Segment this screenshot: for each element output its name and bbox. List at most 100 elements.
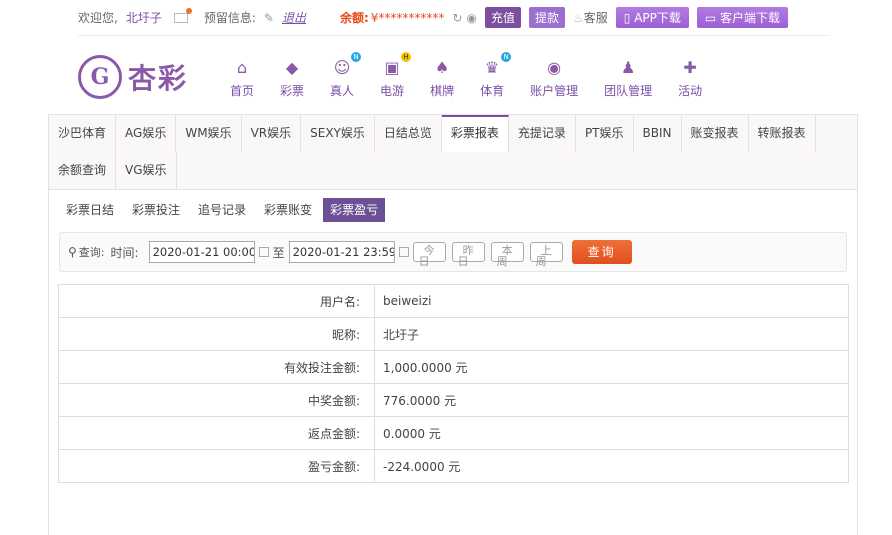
lottery-subtab[interactable]: 彩票日结 <box>59 198 121 222</box>
table-row: 用户名: beiweizi <box>58 284 849 318</box>
lottery-subtab[interactable]: 彩票投注 <box>125 198 187 222</box>
nav-badge: N <box>501 52 512 62</box>
last-week-button[interactable]: 上周 <box>529 242 563 267</box>
row-value: -224.0000 元 <box>374 449 849 483</box>
report-tab[interactable]: PT娱乐 <box>576 115 634 152</box>
welcome-text: 欢迎您, <box>78 11 118 25</box>
calendar-icon[interactable] <box>258 247 269 257</box>
report-tab[interactable]: VG娱乐 <box>116 152 177 189</box>
table-row: 有效投注金额: 1,000.0000 元 <box>58 350 849 384</box>
row-value: 北圩子 <box>374 317 849 351</box>
gamepad-icon: ▣ H <box>381 52 412 78</box>
calendar-icon[interactable] <box>398 247 409 257</box>
today-button[interactable]: 今日 <box>412 242 446 267</box>
end-date-input[interactable]: 2020-01-21 23:59:59 <box>288 241 395 263</box>
row-label: 昵称: <box>58 317 375 351</box>
site-logo[interactable]: G 杏彩 <box>78 54 188 100</box>
nav-label: 真人 <box>330 84 355 98</box>
report-tab[interactable]: 余额查询 <box>49 152 117 189</box>
row-label: 盈亏金额: <box>58 449 375 483</box>
report-tab[interactable]: 充提记录 <box>509 115 576 152</box>
balance-value: ¥*********** <box>370 10 445 25</box>
nav-item[interactable]: ☺ N 真人 <box>330 52 362 99</box>
service-label: 客服 <box>583 11 608 25</box>
page-margin <box>0 0 48 535</box>
report-tab[interactable]: 转账报表 <box>749 115 816 152</box>
report-tab[interactable]: AG娱乐 <box>116 115 177 152</box>
balance-label: 余额: <box>339 11 369 25</box>
filter-bar: ⚲ 查询: 时间: 2020-01-21 00:00:00 至 2020-01-… <box>59 232 847 272</box>
to-label: 至 <box>272 245 285 260</box>
nav-item[interactable]: ▣ H 电游 <box>380 52 412 99</box>
nav-item[interactable]: ✚ 活动 <box>678 56 702 99</box>
row-value: 1,000.0000 元 <box>374 350 849 384</box>
search-button[interactable]: 查询 <box>571 240 632 264</box>
account-icon: ◉ <box>547 57 562 77</box>
home-icon: ⌂ <box>236 57 248 77</box>
row-value: 0.0000 元 <box>374 416 849 450</box>
cards-icon: ♠ <box>434 57 450 77</box>
report-tab[interactable]: 日结总览 <box>375 115 442 152</box>
report-tab[interactable]: SEXY娱乐 <box>301 115 375 152</box>
report-tab[interactable]: 账变报表 <box>682 115 749 152</box>
nav-label: 首页 <box>230 84 255 98</box>
nav-badge: H <box>401 52 412 62</box>
row-label: 有效投注金额: <box>58 350 375 384</box>
nav-label: 体育 <box>480 84 505 98</box>
nav-label: 团队管理 <box>604 84 653 98</box>
live-icon: ☺ N <box>331 52 362 78</box>
username-link[interactable]: 北圩子 <box>126 9 162 26</box>
logo-mark-icon: G <box>78 55 122 99</box>
row-value: beiweizi <box>374 284 849 318</box>
nav-badge: N <box>351 52 362 62</box>
report-tab[interactable]: 彩票报表 <box>441 115 509 152</box>
withdraw-button[interactable]: 提款 <box>528 7 565 28</box>
nav-item[interactable]: ◆ 彩票 <box>280 56 304 99</box>
row-label: 用户名: <box>58 284 375 318</box>
app-download-button[interactable]: ▯ APP下载 <box>615 7 689 28</box>
app-download-label: APP下载 <box>634 11 681 25</box>
eye-icon[interactable]: ◉ <box>466 11 476 25</box>
service-icon: ♨ <box>573 11 584 25</box>
edit-icon[interactable]: ✎ <box>264 11 274 25</box>
nav-item[interactable]: ♠ 棋牌 <box>430 56 454 99</box>
query-label: 查询: <box>78 246 105 259</box>
start-date-input[interactable]: 2020-01-21 00:00:00 <box>148 241 255 263</box>
top-bar: 欢迎您, 北圩子 预留信息: ✎ 退出 余额: ¥*********** ↻ ◉… <box>78 0 830 36</box>
time-label: 时间: <box>110 245 139 260</box>
nav-item[interactable]: ♟ 团队管理 <box>604 56 652 99</box>
lottery-subtab[interactable]: 彩票盈亏 <box>323 198 386 222</box>
service-link[interactable]: ♨客服 <box>573 9 608 26</box>
table-row: 返点金额: 0.0000 元 <box>58 416 849 450</box>
lottery-subtab[interactable]: 追号记录 <box>191 198 253 222</box>
team-icon: ♟ <box>620 57 636 77</box>
row-label: 返点金额: <box>58 416 375 450</box>
mail-icon[interactable] <box>173 7 192 23</box>
nav-label: 活动 <box>678 84 703 98</box>
lottery-icon: ◆ <box>285 57 299 77</box>
search-icon: ⚲ <box>68 245 77 259</box>
main-nav: ⌂ 首页 ◆ 彩票 ☺ N 真人 ▣ H 电游 ♠ 棋牌 ♛ N 体育 ◉ 账户管理 ♟ 团队管理 ✚ 活动 <box>230 52 728 99</box>
monitor-icon: ▭ <box>704 11 721 25</box>
yesterday-button[interactable]: 昨日 <box>451 242 485 267</box>
table-row: 中奖金额: 776.0000 元 <box>58 383 849 417</box>
report-tab[interactable]: VR娱乐 <box>242 115 302 152</box>
report-tab[interactable]: BBIN <box>634 115 682 152</box>
report-tab[interactable]: 沙巴体育 <box>49 115 117 152</box>
client-download-button[interactable]: ▭ 客户端下载 <box>696 7 789 28</box>
nav-item[interactable]: ◉ 账户管理 <box>530 56 578 99</box>
row-label: 中奖金额: <box>58 383 375 417</box>
recharge-button[interactable]: 充值 <box>484 7 521 28</box>
profit-loss-table: 用户名: beiweizi 昵称: 北圩子 有效投注金额: 1,000.0000 元中奖金… <box>58 284 849 483</box>
this-week-button[interactable]: 本周 <box>490 242 524 267</box>
lottery-subtab[interactable]: 彩票账变 <box>257 198 319 222</box>
lottery-subtabs: 彩票日结 彩票投注 追号记录 彩票账变 彩票盈亏 <box>49 190 857 222</box>
trophy-icon: ♛ N <box>481 52 512 78</box>
report-panel: 沙巴体育 AG娱乐 WM娱乐 VR娱乐 SEXY娱乐 日结总览 彩票报表 充提记录 PT娱乐 BB… <box>48 114 858 535</box>
nav-label: 棋牌 <box>430 84 455 98</box>
refresh-icon[interactable]: ↻ <box>452 11 462 25</box>
logout-link[interactable]: 退出 <box>282 9 306 26</box>
nav-item[interactable]: ♛ N 体育 <box>480 52 512 99</box>
nav-item[interactable]: ⌂ 首页 <box>230 56 254 99</box>
report-tab[interactable]: WM娱乐 <box>176 115 242 152</box>
